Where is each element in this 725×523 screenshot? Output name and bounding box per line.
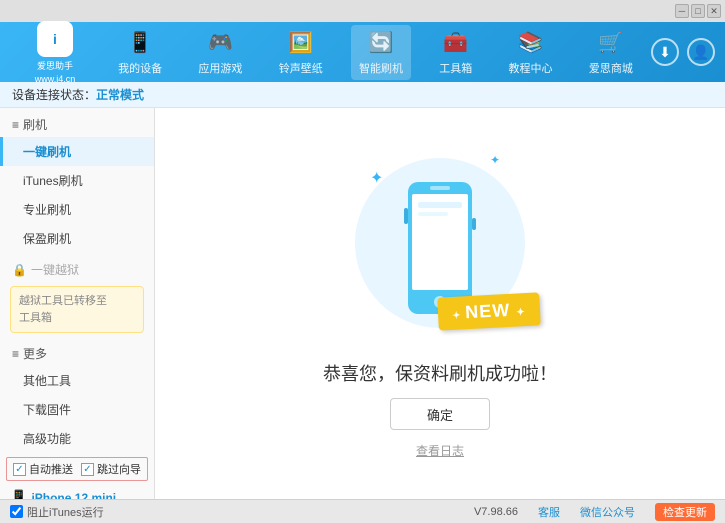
jailbreak-lock-icon: 🔒	[12, 263, 27, 277]
auto-push-label: 自动推送	[29, 461, 73, 477]
nav-ringtones[interactable]: 🖼️ 铃声壁纸	[271, 25, 331, 80]
itunes-label: 阻止iTunes运行	[27, 504, 104, 520]
sidebar-more-header: ≡ 更多	[0, 337, 154, 366]
wechat-link[interactable]: 微信公众号	[580, 504, 635, 520]
download-button[interactable]: ⬇	[651, 38, 679, 66]
device-phone-icon: 📱	[10, 489, 27, 499]
nav-items: 📱 我的设备 🎮 应用游戏 🖼️ 铃声壁纸 🔄 智能刷机 🧰 工具箱 📚 教程中…	[100, 25, 651, 80]
sidebar: ≡ 刷机 一键刷机 iTunes刷机 专业刷机 保盈刷机 🔒 一键越狱 越狱工具…	[0, 108, 155, 499]
nav-smart-flash[interactable]: 🔄 智能刷机	[351, 25, 411, 80]
status-label: 设备连接状态：	[12, 86, 96, 103]
jailbreak-header-label: 一键越狱	[31, 261, 79, 278]
main-content: ✦ ✦	[155, 108, 725, 499]
version-text: V7.98.66	[474, 506, 518, 518]
title-bar: ─ □ ✕	[0, 0, 725, 22]
sidebar-save-flash[interactable]: 保盈刷机	[0, 224, 154, 253]
mall-label: 爱思商城	[589, 60, 633, 76]
ringtones-icon: 🖼️	[287, 29, 315, 57]
new-badge-text: NEW	[465, 300, 511, 322]
close-button[interactable]: ✕	[707, 4, 721, 18]
my-device-label: 我的设备	[118, 60, 162, 76]
support-link[interactable]: 客服	[538, 504, 560, 520]
auto-push-checkbox[interactable]: ✓ 自动推送	[13, 461, 73, 477]
mall-icon: 🛒	[597, 29, 625, 57]
nav-my-device[interactable]: 📱 我的设备	[110, 25, 170, 80]
nav-apps-games[interactable]: 🎮 应用游戏	[190, 25, 250, 80]
sparkle-left-icon: ✦	[370, 168, 383, 188]
success-title: 恭喜您，保资料刷机成功啦！	[323, 360, 557, 386]
apps-games-icon: 🎮	[206, 29, 234, 57]
skip-guide-checkbox[interactable]: ✓ 跳过向导	[81, 461, 141, 477]
tutorial-icon: 📚	[517, 29, 545, 57]
ringtones-label: 铃声壁纸	[279, 60, 323, 76]
itunes-checkbox[interactable]	[10, 505, 23, 518]
flash-header-label: 刷机	[23, 116, 47, 133]
guide-link[interactable]: 查看日志	[416, 442, 464, 459]
other-tools-label: 其他工具	[23, 374, 71, 388]
nav-toolbox[interactable]: 🧰 工具箱	[431, 25, 480, 80]
nav-mall[interactable]: 🛒 爱思商城	[581, 25, 641, 80]
skip-guide-check-icon: ✓	[81, 463, 94, 476]
tutorial-label: 教程中心	[509, 60, 553, 76]
maximize-button[interactable]: □	[691, 4, 705, 18]
pro-flash-label: 专业刷机	[23, 203, 71, 217]
device-info: 📱 iPhone 12 mini 64GB Down-12mini-13.1	[0, 485, 154, 499]
toolbox-label: 工具箱	[439, 60, 472, 76]
sidebar-jailbreak-header: 🔒 一键越狱	[0, 253, 154, 282]
more-header-label: 更多	[23, 345, 47, 362]
auto-push-check-icon: ✓	[13, 463, 26, 476]
logo-icon: i	[37, 21, 73, 57]
skip-guide-label: 跳过向导	[97, 461, 141, 477]
minimize-button[interactable]: ─	[675, 4, 689, 18]
nav-right: ⬇ 👤	[651, 38, 715, 66]
one-click-flash-label: 一键刷机	[23, 145, 71, 159]
sidebar-download-firmware[interactable]: 下载固件	[0, 395, 154, 424]
smart-flash-label: 智能刷机	[359, 60, 403, 76]
nav-tutorial[interactable]: 📚 教程中心	[501, 25, 561, 80]
sidebar-itunes-flash[interactable]: iTunes刷机	[0, 166, 154, 195]
checkbox-row: ✓ 自动推送 ✓ 跳过向导	[6, 457, 148, 481]
more-header-icon: ≡	[12, 347, 19, 361]
sidebar-other-tools[interactable]: 其他工具	[0, 366, 154, 395]
logo-name: 爱思助手	[37, 59, 73, 72]
sidebar-flash-header: ≡ 刷机	[0, 108, 154, 137]
itunes-flash-label: iTunes刷机	[23, 174, 83, 188]
smart-flash-icon: 🔄	[367, 29, 395, 57]
update-btn-label: 检查更新	[663, 507, 707, 519]
my-device-icon: 📱	[126, 29, 154, 57]
apps-games-label: 应用游戏	[198, 60, 242, 76]
save-flash-label: 保盈刷机	[23, 232, 71, 246]
toolbox-icon: 🧰	[442, 29, 470, 57]
jailbreak-notice: 越狱工具已转移至工具箱	[10, 286, 144, 333]
sidebar-advanced[interactable]: 高级功能	[0, 424, 154, 453]
update-button[interactable]: 检查更新	[655, 503, 715, 521]
sidebar-one-click-flash[interactable]: 一键刷机	[0, 137, 154, 166]
guide-link-label: 查看日志	[416, 444, 464, 458]
sidebar-pro-flash[interactable]: 专业刷机	[0, 195, 154, 224]
user-button[interactable]: 👤	[687, 38, 715, 66]
phone-illustration: ✦ ✦	[350, 148, 530, 348]
confirm-button[interactable]: 确定	[390, 398, 490, 430]
device-name: 📱 iPhone 12 mini	[10, 489, 144, 499]
status-bar-left: 阻止iTunes运行	[10, 504, 104, 520]
status-bar-right: V7.98.66 客服 微信公众号 检查更新	[474, 503, 715, 521]
success-area: ✦ ✦	[323, 148, 557, 459]
sparkle-right-icon: ✦	[490, 153, 500, 167]
app-logo: i 爱思助手 www.i4.cn	[10, 21, 100, 84]
device-status-bar: 设备连接状态： 正常模式	[0, 82, 725, 108]
confirm-btn-label: 确定	[427, 408, 453, 423]
download-firmware-label: 下载固件	[23, 403, 71, 417]
status-value: 正常模式	[96, 86, 144, 103]
advanced-label: 高级功能	[23, 432, 71, 446]
new-badge: NEW	[438, 292, 541, 330]
nav-bar: i 爱思助手 www.i4.cn 📱 我的设备 🎮 应用游戏 🖼️ 铃声壁纸 🔄…	[0, 22, 725, 82]
jailbreak-notice-text: 越狱工具已转移至工具箱	[19, 295, 107, 324]
flash-header-icon: ≡	[12, 118, 19, 132]
device-name-text: iPhone 12 mini	[31, 491, 116, 500]
status-bar: 阻止iTunes运行 V7.98.66 客服 微信公众号 检查更新	[0, 499, 725, 523]
